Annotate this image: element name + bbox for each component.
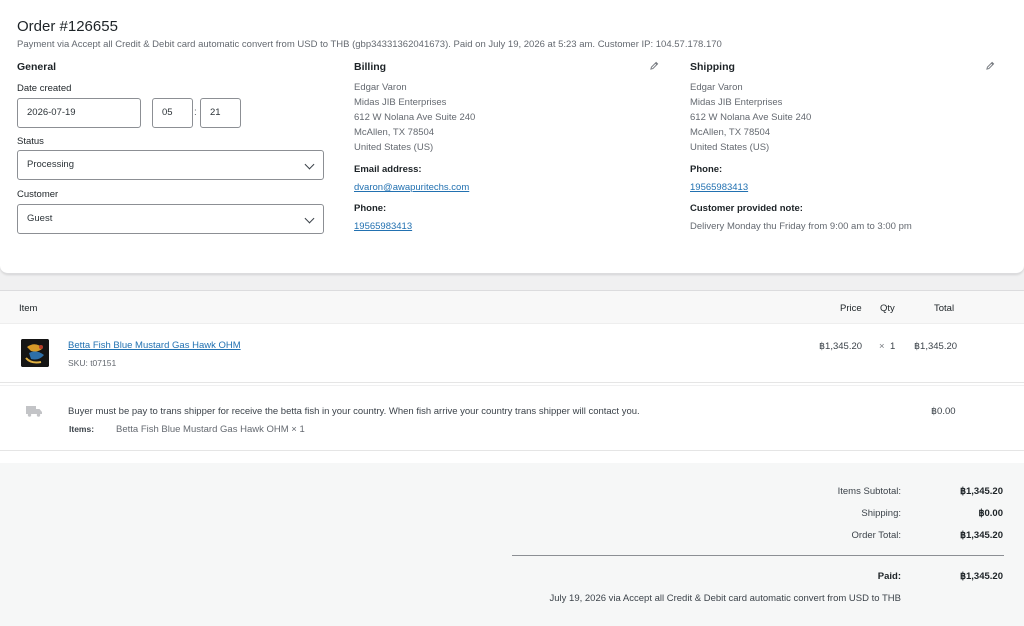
row-divider — [0, 382, 1024, 383]
shipping-heading: Shipping — [690, 61, 735, 73]
line-item-qty: 1 — [890, 341, 896, 352]
row-divider — [0, 385, 1024, 386]
status-select[interactable]: Processing — [17, 150, 324, 180]
paid-value: ฿1,345.20 — [959, 571, 1003, 582]
shipping-total-value: ฿0.00 — [978, 508, 1003, 519]
customer-select[interactable]: Guest — [17, 204, 324, 234]
billing-email-link[interactable]: dvaron@awapuritechs.com — [354, 182, 469, 193]
shipping-address: Edgar Varon Midas JIB Enterprises 612 W … — [690, 80, 811, 155]
order-total-value: ฿1,345.20 — [959, 530, 1003, 541]
status-value: Processing — [27, 159, 74, 170]
address-line: McAllen, TX 78504 — [354, 127, 435, 138]
shipping-total-label: Shipping: — [861, 508, 901, 519]
minute-input[interactable]: 21 — [200, 98, 241, 128]
customer-label: Customer — [17, 189, 59, 200]
items-subtotal-value: ฿1,345.20 — [959, 486, 1003, 497]
billing-email-label: Email address: — [354, 164, 422, 175]
customer-note: Delivery Monday thu Friday from 9:00 am … — [690, 221, 912, 232]
product-thumbnail[interactable] — [21, 339, 49, 367]
hour-input[interactable]: 05 — [152, 98, 193, 128]
address-line: 612 W Nolana Ave Suite 240 — [690, 112, 812, 123]
column-header-qty: Qty — [880, 303, 895, 314]
shipping-phone-link[interactable]: 19565983413 — [690, 182, 748, 193]
shipping-phone-label: Phone: — [690, 164, 723, 175]
billing-phone-link[interactable]: 19565983413 — [354, 221, 412, 232]
shipping-items-label: Items: — [69, 424, 95, 434]
address-line: United States (US) — [690, 142, 770, 153]
shipping-amount: ฿0.00 — [931, 406, 956, 417]
address-line: Midas JIB Enterprises — [690, 97, 783, 108]
billing-heading: Billing — [354, 61, 387, 73]
chevron-down-icon — [304, 159, 315, 170]
billing-phone-label: Phone: — [354, 203, 387, 214]
status-label: Status — [17, 136, 44, 147]
chevron-down-icon — [304, 213, 315, 224]
column-header-total: Total — [934, 303, 955, 314]
column-header-price: Price — [840, 303, 862, 314]
general-heading: General — [17, 61, 57, 73]
address-line: Midas JIB Enterprises — [354, 97, 447, 108]
truck-icon — [26, 405, 42, 420]
order-totals: Items Subtotal: ฿1,345.20 Shipping: ฿0.0… — [0, 463, 1024, 626]
shipping-section: Shipping Edgar Varon Midas JIB Enterpris… — [690, 61, 1000, 241]
address-line: Edgar Varon — [690, 82, 743, 93]
billing-address: Edgar Varon Midas JIB Enterprises 612 W … — [354, 80, 475, 155]
product-sku: SKU: t07151 — [68, 358, 117, 368]
column-header-item: Item — [19, 303, 38, 314]
row-divider — [0, 450, 1024, 451]
line-item-total: ฿1,345.20 — [914, 341, 958, 352]
address-line: Edgar Varon — [354, 82, 407, 93]
items-subtotal-label: Items Subtotal: — [837, 486, 901, 497]
customer-value: Guest — [27, 213, 53, 224]
paid-label: Paid: — [877, 571, 901, 582]
time-separator: : — [194, 107, 197, 118]
billing-section: Billing Edgar Varon Midas JIB Enterprise… — [354, 61, 664, 241]
order-total-label: Order Total: — [851, 530, 901, 541]
order-payment-meta: Payment via Accept all Credit & Debit ca… — [17, 39, 722, 50]
date-created-label: Date created — [17, 83, 72, 94]
line-item-price: ฿1,345.20 — [819, 341, 863, 352]
order-title: Order #126655 — [17, 18, 118, 35]
general-section: General Date created 2026-07-19 05 : 21 … — [17, 61, 327, 241]
shipping-items-value: Betta Fish Blue Mustard Gas Hawk OHM × 1 — [116, 424, 305, 435]
customer-note-label: Customer provided note: — [690, 203, 803, 214]
pencil-icon[interactable] — [986, 61, 996, 71]
address-line: United States (US) — [354, 142, 434, 153]
pencil-icon[interactable] — [650, 61, 660, 71]
line-item-qty-prefix: × — [879, 341, 885, 352]
items-table-header: Item Price Qty Total — [0, 291, 1024, 324]
address-line: McAllen, TX 78504 — [690, 127, 771, 138]
totals-divider — [512, 555, 1004, 556]
order-items-panel: Item Price Qty Total Betta Fish Blue Mus… — [0, 290, 1024, 626]
date-created-input[interactable]: 2026-07-19 — [17, 98, 141, 128]
order-details-card: Order #126655 Payment via Accept all Cre… — [0, 0, 1024, 274]
shipping-method-description: Buyer must be pay to trans shipper for r… — [68, 406, 640, 417]
product-name-link[interactable]: Betta Fish Blue Mustard Gas Hawk OHM — [68, 340, 241, 351]
address-line: 612 W Nolana Ave Suite 240 — [354, 112, 476, 123]
paid-note: July 19, 2026 via Accept all Credit & De… — [549, 593, 901, 604]
